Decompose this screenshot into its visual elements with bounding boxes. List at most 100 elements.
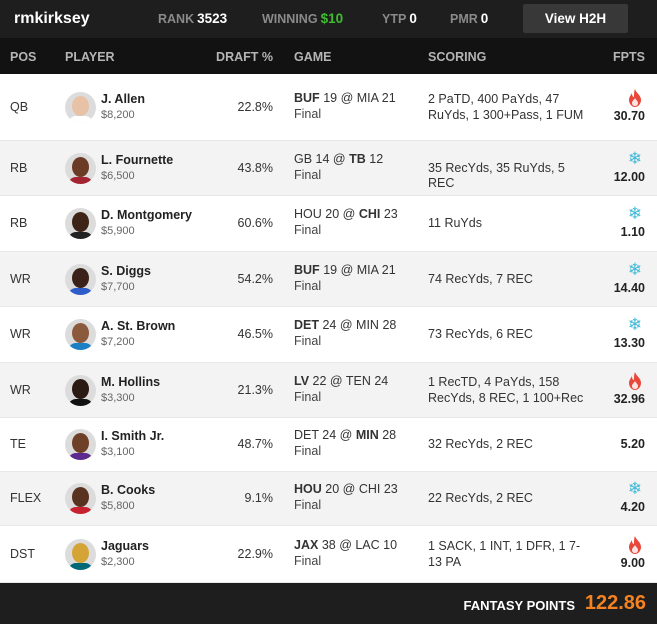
snowflake-icon: ❄︎ bbox=[627, 259, 643, 279]
player-name[interactable]: S. Diggs bbox=[101, 264, 151, 278]
home-team: CHI bbox=[358, 207, 381, 221]
position: QB bbox=[10, 99, 29, 114]
player-name[interactable]: A. St. Brown bbox=[101, 319, 175, 333]
player-avatar[interactable] bbox=[65, 483, 96, 514]
position: DST bbox=[10, 546, 35, 561]
draft-percent: 60.6% bbox=[237, 216, 273, 230]
scoring-detail: 35 RecYds, 35 RuYds, 5 REC bbox=[428, 160, 565, 191]
player-row[interactable]: WR S. Diggs $7,700 54.2% BUF 19 @ MIA 21 Fina… bbox=[0, 252, 657, 307]
player-row[interactable]: WR M. Hollins $3,300 21.3% LV 22 @ TEN 24 Fin… bbox=[0, 363, 657, 418]
player-name[interactable]: J. Allen bbox=[101, 92, 145, 106]
pmr-value: 0 bbox=[480, 11, 489, 26]
player-row[interactable]: TE I. Smith Jr. $3,100 48.7% DET 24 @ MIN 28… bbox=[0, 418, 657, 472]
game-score: BUF 19 @ MIA 21 bbox=[294, 262, 396, 277]
column-draft[interactable]: DRAFT % bbox=[216, 50, 273, 64]
fantasy-points: 5.20 bbox=[620, 437, 645, 451]
home-team: CHI bbox=[358, 482, 381, 496]
draft-percent: 46.5% bbox=[237, 327, 273, 341]
away-score: 38 bbox=[321, 537, 336, 552]
away-team: JAX bbox=[294, 537, 319, 552]
position: FLEX bbox=[10, 491, 42, 505]
ytp-label: YTP bbox=[382, 12, 407, 26]
player-name[interactable]: L. Fournette bbox=[101, 153, 173, 167]
draft-percent: 48.7% bbox=[237, 437, 273, 451]
home-score: 23 bbox=[383, 207, 398, 221]
avatar-jersey bbox=[68, 507, 93, 514]
player-name[interactable]: I. Smith Jr. bbox=[101, 429, 164, 443]
position: RB bbox=[10, 216, 28, 230]
away-score: 24 bbox=[322, 318, 337, 332]
player-avatar[interactable] bbox=[65, 152, 96, 184]
scoring-detail: 1 SACK, 1 INT, 1 DFR, 1 7-13 PA bbox=[428, 539, 581, 569]
player-avatar[interactable] bbox=[65, 91, 96, 123]
column-fpts[interactable]: FPTS bbox=[613, 50, 645, 64]
home-score: 23 bbox=[383, 482, 398, 496]
player-avatar[interactable] bbox=[65, 429, 96, 460]
top-bar: rmkirksey RANK 3523 WINNING $10 YTP 0 PMR 0 … bbox=[0, 0, 657, 38]
player-row[interactable]: RB L. Fournette $6,500 43.8% GB 14 @ TB 12 Fi… bbox=[0, 141, 657, 196]
column-pos[interactable]: POS bbox=[10, 50, 36, 64]
avatar-jersey bbox=[68, 453, 93, 460]
home-team: LAC bbox=[355, 537, 380, 552]
player-row[interactable]: QB J. Allen $8,200 22.8% BUF 19 @ MIA 21 Fina… bbox=[0, 74, 657, 141]
home-score: 10 bbox=[383, 537, 398, 552]
game-score: JAX 38 @ LAC 10 bbox=[294, 537, 398, 552]
game-score: LV 22 @ TEN 24 bbox=[294, 373, 389, 388]
home-team: MIN bbox=[356, 318, 379, 332]
player-avatar[interactable] bbox=[65, 208, 96, 239]
fantasy-points: 13.30 bbox=[613, 336, 645, 350]
column-player[interactable]: PLAYER bbox=[65, 50, 115, 64]
game-score: GB 14 @ TB 12 bbox=[294, 151, 384, 166]
home-score: 21 bbox=[381, 90, 396, 105]
player-row[interactable]: WR A. St. Brown $7,200 46.5% DET 24 @ MIN 28… bbox=[0, 307, 657, 363]
avatar-face bbox=[72, 323, 89, 343]
pmr-label: PMR bbox=[450, 12, 478, 26]
column-scoring[interactable]: SCORING bbox=[428, 50, 486, 64]
player-avatar[interactable] bbox=[65, 319, 96, 350]
avatar-jersey bbox=[68, 176, 93, 184]
winning-value: $10 bbox=[320, 11, 344, 26]
avatar-face bbox=[72, 267, 89, 288]
avatar-face bbox=[72, 433, 89, 453]
draft-percent: 43.8% bbox=[237, 160, 273, 175]
away-score: 24 bbox=[322, 428, 337, 442]
scoring-detail: 2 PaTD, 400 PaYds, 47 RuYds, 1 300+Pass,… bbox=[428, 92, 584, 122]
player-avatar[interactable] bbox=[65, 374, 96, 406]
player-row[interactable]: DST Jaguars $2,300 22.9% JAX 38 @ LAC 10 Fina… bbox=[0, 526, 657, 583]
username: rmkirksey bbox=[14, 10, 90, 27]
game-status: Final bbox=[294, 223, 322, 237]
footer-total-bar: FANTASY POINTS 122.86 bbox=[0, 583, 657, 624]
player-name[interactable]: M. Hollins bbox=[101, 375, 160, 389]
view-h2h-button[interactable]: View H2H bbox=[523, 4, 628, 33]
player-salary: $2,300 bbox=[101, 555, 135, 568]
game-score: DET 24 @ MIN 28 bbox=[294, 428, 397, 442]
winning-label: WINNING bbox=[262, 12, 318, 26]
scoring-detail: 73 RecYds, 6 REC bbox=[428, 327, 533, 342]
player-avatar[interactable] bbox=[65, 538, 96, 570]
player-name[interactable]: Jaguars bbox=[101, 539, 149, 553]
avatar-face bbox=[72, 212, 89, 232]
fantasy-points: 30.70 bbox=[613, 108, 645, 123]
player-salary: $8,200 bbox=[101, 108, 135, 121]
rank-stat: RANK 3523 bbox=[158, 11, 227, 26]
fantasy-points: 4.20 bbox=[620, 500, 645, 514]
fantasy-points: 32.96 bbox=[613, 391, 645, 406]
draft-percent: 54.2% bbox=[237, 271, 273, 286]
player-avatar[interactable] bbox=[65, 263, 96, 295]
game-score: DET 24 @ MIN 28 bbox=[294, 318, 397, 332]
player-row[interactable]: FLEX B. Cooks $5,800 9.1% HOU 20 @ CHI 23 Fin… bbox=[0, 472, 657, 526]
player-name[interactable]: D. Montgomery bbox=[101, 208, 192, 222]
fire-icon bbox=[627, 535, 643, 554]
player-name[interactable]: B. Cooks bbox=[101, 483, 155, 497]
game-status: Final bbox=[294, 106, 322, 121]
away-score: 19 bbox=[323, 262, 338, 277]
away-score: 22 bbox=[312, 373, 327, 388]
scoring-detail: 1 RecTD, 4 PaYds, 158 RecYds, 8 REC, 1 1… bbox=[428, 375, 584, 405]
player-row[interactable]: RB D. Montgomery $5,900 60.6% HOU 20 @ CHI 2… bbox=[0, 196, 657, 252]
avatar-face bbox=[72, 95, 89, 116]
position: RB bbox=[10, 160, 28, 175]
column-game[interactable]: GAME bbox=[294, 50, 332, 64]
position: WR bbox=[10, 382, 31, 397]
rank-label: RANK bbox=[158, 12, 195, 26]
avatar-jersey bbox=[68, 398, 93, 406]
